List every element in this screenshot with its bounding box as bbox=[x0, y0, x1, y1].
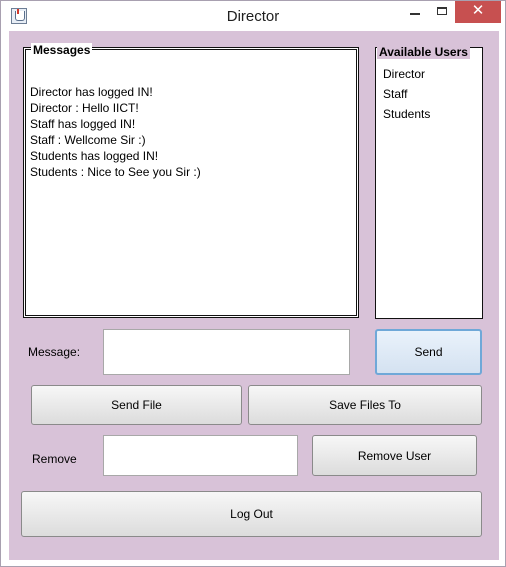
title-bar[interactable]: Director ✕ bbox=[1, 1, 505, 31]
message-line: Director has logged IN! bbox=[30, 85, 153, 99]
send-button[interactable]: Send bbox=[375, 329, 482, 375]
save-files-to-button[interactable]: Save Files To bbox=[248, 385, 482, 425]
messages-panel: Messages Director has logged IN! Directo… bbox=[23, 43, 359, 318]
message-list: Director has logged IN! Director : Hello… bbox=[30, 84, 201, 180]
remove-user-button[interactable]: Remove User bbox=[312, 435, 477, 476]
user-list-item[interactable]: Students bbox=[383, 104, 430, 124]
message-line: Students : Nice to See you Sir :) bbox=[30, 165, 201, 179]
message-line: Staff : Wellcome Sir :) bbox=[30, 133, 146, 147]
maximize-icon bbox=[437, 7, 447, 15]
user-list-item[interactable]: Staff bbox=[383, 84, 430, 104]
users-panel: Director Staff Students bbox=[375, 47, 483, 319]
messages-area[interactable]: Messages Director has logged IN! Directo… bbox=[25, 43, 357, 316]
message-line: Staff has logged IN! bbox=[30, 117, 136, 131]
minimize-icon bbox=[410, 13, 420, 15]
maximize-button[interactable] bbox=[429, 1, 455, 23]
remove-user-input[interactable] bbox=[103, 435, 298, 476]
send-file-button[interactable]: Send File bbox=[31, 385, 242, 425]
minimize-button[interactable] bbox=[401, 1, 429, 23]
message-line: Students has logged IN! bbox=[30, 149, 159, 163]
remove-label: Remove bbox=[32, 452, 77, 466]
user-list[interactable]: Director Staff Students bbox=[383, 64, 430, 124]
message-line: Director : Hello IICT! bbox=[30, 101, 139, 115]
message-label: Message: bbox=[28, 345, 81, 359]
users-legend: Available Users bbox=[377, 45, 470, 59]
log-out-button[interactable]: Log Out bbox=[21, 491, 482, 537]
close-icon: ✕ bbox=[471, 2, 485, 19]
user-list-item[interactable]: Director bbox=[383, 64, 430, 84]
messages-legend: Messages bbox=[31, 43, 93, 57]
client-area: Messages Director has logged IN! Directo… bbox=[9, 31, 499, 560]
app-window: Director ✕ Messages Director has logged … bbox=[0, 0, 506, 567]
close-button[interactable]: ✕ bbox=[455, 1, 501, 23]
message-input[interactable] bbox=[103, 329, 350, 375]
